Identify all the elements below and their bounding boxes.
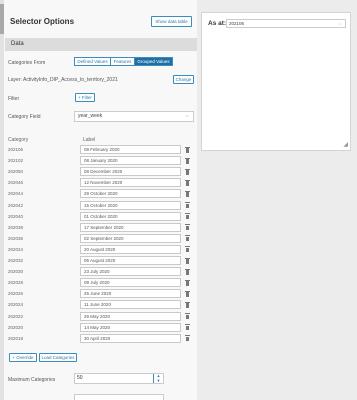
row-category: 202034 xyxy=(8,246,24,252)
trash-icon[interactable] xyxy=(185,335,190,342)
chevron-down-icon: ⌵ xyxy=(185,113,189,119)
category-field-value: year_week xyxy=(78,113,103,119)
trash-icon[interactable] xyxy=(185,224,190,231)
trash-icon[interactable] xyxy=(185,146,190,153)
row-label-input[interactable]: 02 September 2020 xyxy=(80,233,181,243)
row-category: 202030 xyxy=(8,269,24,275)
as-at-select[interactable]: 202106 ⌵ xyxy=(226,19,346,28)
row-category: 202024 xyxy=(8,302,24,308)
row-category: 202106 xyxy=(8,147,24,152)
resize-handle-icon[interactable]: ◢ xyxy=(343,142,348,148)
trash-icon[interactable] xyxy=(185,324,190,331)
scrollbar[interactable] xyxy=(0,0,4,400)
scrollbar-thumb[interactable] xyxy=(0,4,4,34)
trash-icon[interactable] xyxy=(185,268,190,275)
max-categories-input[interactable]: 50 xyxy=(74,373,164,384)
max-categories-stepper[interactable]: ▲ ▼ xyxy=(153,374,163,383)
row-label-input[interactable]: 20 August 2020 xyxy=(80,244,181,254)
row-category: 202050 xyxy=(8,169,24,175)
preview-panel: As at: 202106 ⌵ ◢ xyxy=(201,12,351,151)
layer-name: Layer: ActivityInfo_DIP_Access_to_territ… xyxy=(8,77,118,83)
label-column-header: Label xyxy=(83,137,96,143)
data-section-title: Data xyxy=(11,41,24,47)
trash-icon[interactable] xyxy=(185,179,190,186)
row-label-input[interactable]: 08 February 2020 xyxy=(80,145,181,154)
segment-grouped-values[interactable]: Grouped Values xyxy=(135,57,173,66)
row-label-input[interactable]: 11 June 2020 xyxy=(80,300,181,310)
row-label-input[interactable]: 06 August 2020 xyxy=(80,256,181,265)
category-column-header: Category xyxy=(8,137,29,143)
row-label-input[interactable]: 12 November 2020 xyxy=(80,178,181,188)
as-at-value: 202106 xyxy=(229,21,245,26)
row-category: 202018 xyxy=(8,335,24,341)
category-field-label: Category Field xyxy=(8,114,41,120)
trash-icon[interactable] xyxy=(185,235,190,242)
trash-icon[interactable] xyxy=(185,313,190,319)
selector-options-panel: Selector Options Show data table Data Ca… xyxy=(0,0,197,400)
trash-icon[interactable] xyxy=(185,213,190,220)
show-data-table-button[interactable]: Show data table xyxy=(151,16,192,27)
stepper-down-icon[interactable]: ▼ xyxy=(154,378,163,384)
chevron-down-icon: ⌵ xyxy=(338,21,342,26)
row-label-input[interactable]: 14 May 2020 xyxy=(80,322,181,332)
row-label-input[interactable]: 15 October 2020 xyxy=(80,200,181,210)
trash-icon[interactable] xyxy=(185,290,190,297)
row-category: 202036 xyxy=(8,235,24,241)
row-label-input[interactable]: 30 April 2020 xyxy=(80,333,181,343)
row-label-input[interactable]: 23 July 2020 xyxy=(80,267,181,277)
segment-features[interactable]: Features xyxy=(111,57,135,66)
row-category: 202032 xyxy=(8,258,24,263)
filter-label: Filter xyxy=(8,96,20,102)
row-category: 202040 xyxy=(8,213,24,219)
trash-icon[interactable] xyxy=(185,246,190,253)
next-field-input[interactable] xyxy=(74,394,164,400)
row-label-input[interactable]: 08 January 2020 xyxy=(80,156,181,166)
row-category: 202038 xyxy=(8,224,24,230)
row-label-input[interactable]: 29 October 2020 xyxy=(80,189,181,199)
row-category: 202046 xyxy=(8,180,24,186)
trash-icon[interactable] xyxy=(185,157,190,164)
row-label-input[interactable]: 17 September 2020 xyxy=(80,222,181,232)
max-categories-label: Maximum Categories xyxy=(8,377,56,383)
add-override-button[interactable]: + Override xyxy=(9,353,37,362)
row-category: 202022 xyxy=(8,313,24,319)
row-category: 202044 xyxy=(8,191,24,197)
row-label-input[interactable]: 09 July 2020 xyxy=(80,278,181,288)
row-category: 202020 xyxy=(8,324,24,330)
load-categories-button[interactable]: Load Categories xyxy=(39,353,77,362)
trash-icon[interactable] xyxy=(185,301,190,308)
trash-icon[interactable] xyxy=(185,190,190,197)
row-category: 202042 xyxy=(8,202,24,208)
row-category: 202028 xyxy=(8,280,24,286)
trash-icon[interactable] xyxy=(185,202,190,208)
segment-defined-values[interactable]: Defined Values xyxy=(74,57,111,66)
row-label-input[interactable]: 01 October 2020 xyxy=(80,211,181,221)
change-layer-button[interactable]: Change xyxy=(173,75,194,84)
category-field-select[interactable]: year_week ⌵ xyxy=(74,111,194,122)
add-filter-button[interactable]: + Filter xyxy=(75,93,95,102)
as-at-label: As at: xyxy=(208,20,227,27)
row-category: 202026 xyxy=(8,291,24,297)
trash-icon[interactable] xyxy=(185,257,190,264)
row-label-input[interactable]: 25 June 2020 xyxy=(80,289,181,299)
row-category: 202102 xyxy=(8,158,24,164)
trash-icon[interactable] xyxy=(185,279,190,286)
categories-from-label: Categories From xyxy=(8,60,46,66)
row-label-input[interactable]: 08 December 2020 xyxy=(80,167,181,177)
panel-title: Selector Options xyxy=(10,17,75,26)
trash-icon[interactable] xyxy=(185,168,190,175)
data-section-header: Data xyxy=(5,38,197,51)
row-label-input[interactable]: 29 May 2020 xyxy=(80,311,181,321)
